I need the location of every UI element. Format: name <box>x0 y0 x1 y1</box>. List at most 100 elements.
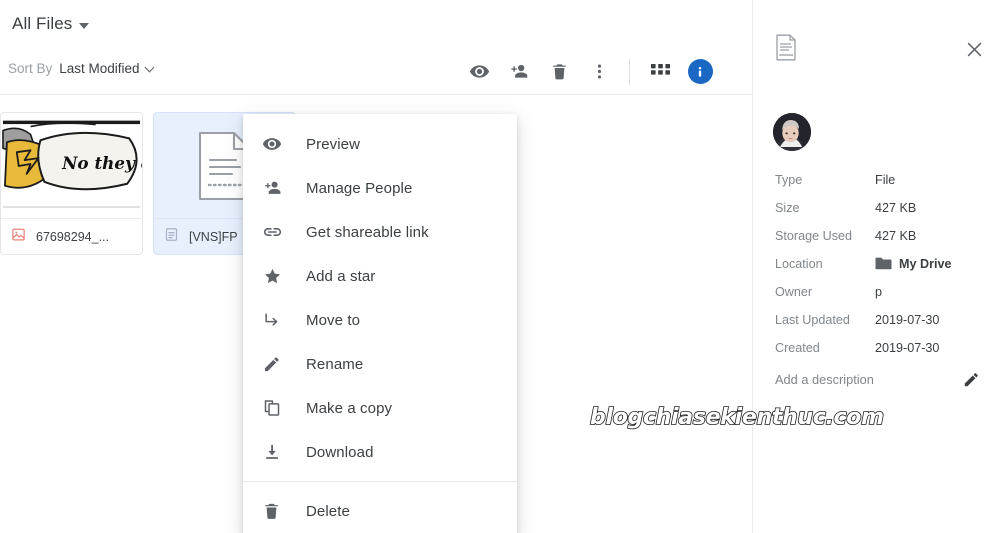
page-title: All Files <box>12 14 73 33</box>
avatar <box>773 113 811 151</box>
grid-view-button[interactable] <box>640 52 680 92</box>
more-options-button[interactable] <box>579 52 619 92</box>
menu-item-label: Rename <box>306 355 364 373</box>
detail-row-last-updated: Last Updated 2019-07-30 <box>775 306 990 334</box>
menu-item-label: Move to <box>306 311 361 329</box>
sort-group: Sort By Last Modified <box>8 61 155 76</box>
grid-view-icon <box>650 63 670 80</box>
details-panel: Type File Size 427 KB Storage Used 427 K… <box>752 0 1000 533</box>
menu-item-add-a-star[interactable]: Add a star <box>243 254 517 298</box>
detail-key: Location <box>775 257 823 271</box>
move-to-icon <box>262 310 292 330</box>
menu-item-label: Get shareable link <box>306 223 429 241</box>
menu-item-move-to[interactable]: Move to <box>243 298 517 342</box>
document-file-icon <box>164 227 179 247</box>
meme-thumbnail-art: No they c <box>1 113 142 218</box>
document-icon <box>775 34 797 66</box>
file-name: [VNS]FP <box>189 229 238 244</box>
detail-value: 427 KB <box>875 201 917 215</box>
eye-icon <box>262 134 292 154</box>
edit-description-button[interactable] <box>962 370 981 389</box>
add-description-row[interactable]: Add a description <box>775 370 981 389</box>
menu-item-preview[interactable]: Preview <box>243 122 517 166</box>
detail-value-location[interactable]: My Drive <box>875 256 952 273</box>
file-thumbnail: No they c <box>1 113 142 218</box>
detail-value: File <box>875 173 896 187</box>
person-add-icon <box>262 178 292 198</box>
menu-item-manage-people[interactable]: Manage People <box>243 166 517 210</box>
detail-key: Created <box>775 341 820 355</box>
menu-item-get-shareable-link[interactable]: Get shareable link <box>243 210 517 254</box>
detail-key: Last Updated <box>775 313 850 327</box>
info-button[interactable] <box>687 59 713 84</box>
add-description-label: Add a description <box>775 372 874 387</box>
menu-item-delete[interactable]: Delete <box>243 489 517 533</box>
menu-item-make-a-copy[interactable]: Make a copy <box>243 386 517 430</box>
copy-icon <box>262 398 292 418</box>
link-icon <box>262 222 292 242</box>
menu-item-label: Make a copy <box>306 399 393 417</box>
detail-value: 427 KB <box>875 229 917 243</box>
svg-text:No they c: No they c <box>61 153 142 173</box>
trash-icon <box>550 61 569 82</box>
menu-divider <box>243 481 517 482</box>
menu-item-rename[interactable]: Rename <box>243 342 517 386</box>
toolbar-actions <box>459 48 720 95</box>
menu-item-label: Preview <box>306 135 361 153</box>
file-card-name-row: 67698294_... <box>1 218 142 254</box>
detail-key: Size <box>775 201 800 215</box>
menu-item-label: Download <box>306 443 374 461</box>
preview-button[interactable] <box>459 52 499 92</box>
person-add-icon <box>508 61 530 82</box>
detail-row-location: Location My Drive <box>775 250 990 278</box>
detail-key: Type <box>775 173 803 187</box>
detail-key: Owner <box>775 285 813 299</box>
owner-avatar-image <box>773 113 811 151</box>
toolbar-divider <box>0 94 752 95</box>
detail-row-size: Size 427 KB <box>775 194 990 222</box>
all-files-dropdown[interactable]: All Files <box>8 12 93 36</box>
pencil-icon <box>262 354 292 374</box>
main-content-area: All Files Sort By Last Modified No they … <box>0 0 752 533</box>
delete-button[interactable] <box>539 52 579 92</box>
trash-icon <box>262 501 292 521</box>
close-button[interactable] <box>960 35 988 63</box>
file-card-image[interactable]: No they c 67698294_... <box>0 112 143 255</box>
sort-by-value: Last Modified <box>59 61 140 76</box>
context-menu: Preview Manage People Get shareable link… <box>243 114 517 533</box>
location-name: My Drive <box>899 257 952 271</box>
chevron-down-icon <box>144 62 155 72</box>
detail-row-type: Type File <box>775 166 990 194</box>
file-name: 67698294_... <box>36 229 109 244</box>
file-manager-app: All Files Sort By Last Modified No they … <box>0 0 1000 533</box>
menu-item-download[interactable]: Download <box>243 430 517 474</box>
details-list: Type File Size 427 KB Storage Used 427 K… <box>775 166 990 362</box>
header-bar: All Files <box>0 0 752 48</box>
eye-icon <box>469 61 490 82</box>
sort-by-dropdown[interactable]: Last Modified <box>59 61 155 76</box>
caret-down-icon <box>79 22 90 29</box>
detail-row-created: Created 2019-07-30 <box>775 334 990 362</box>
menu-item-label: Manage People <box>306 179 413 197</box>
detail-value: 2019-07-30 <box>875 313 940 327</box>
detail-row-storage-used: Storage Used 427 KB <box>775 222 990 250</box>
detail-key: Storage Used <box>775 229 853 243</box>
toolbar-row: Sort By Last Modified <box>0 48 752 95</box>
sort-by-label: Sort By <box>8 61 53 76</box>
info-icon <box>698 66 702 77</box>
download-icon <box>262 442 292 462</box>
close-icon <box>967 42 981 56</box>
detail-row-owner: Owner p <box>775 278 990 306</box>
info-button-wrap <box>680 52 720 92</box>
manage-people-button[interactable] <box>499 52 539 92</box>
detail-value: 2019-07-30 <box>875 341 940 355</box>
folder-icon <box>875 256 892 273</box>
star-icon <box>262 266 292 286</box>
detail-value: p <box>875 285 883 299</box>
watermark: blogchiasekienthuc.com <box>589 404 885 431</box>
image-file-icon <box>11 227 26 247</box>
more-vert-icon <box>597 61 602 82</box>
menu-item-label: Add a star <box>306 267 376 285</box>
toolbar-separator <box>629 58 630 85</box>
menu-item-label: Delete <box>306 502 350 520</box>
